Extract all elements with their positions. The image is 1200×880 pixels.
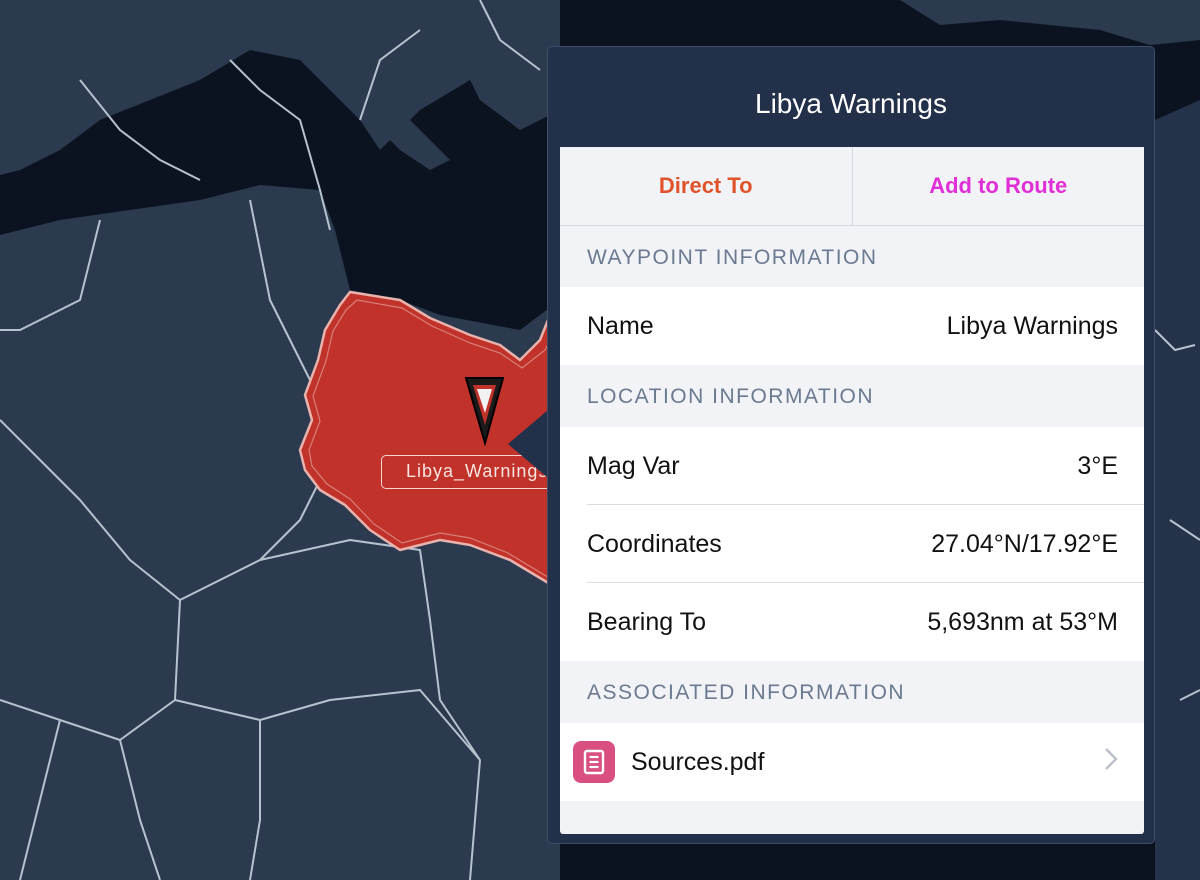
document-icon [573,741,615,783]
land-balkans [450,0,560,130]
land-turkey [900,0,1200,45]
info-row-label: Mag Var [587,451,680,480]
popover-arrow [508,410,548,478]
section-header-location: LOCATION INFORMATION [587,385,875,408]
popover-content: Direct To Add to Route WAYPOINT INFORMAT… [560,147,1144,834]
action-bar: Direct To Add to Route [560,147,1144,226]
info-row-value: 5,693nm at 53°M [927,607,1118,636]
info-row-bearing: Bearing To 5,693nm at 53°M [560,583,1144,661]
info-row-value: Libya Warnings [946,311,1118,340]
popover-title: Libya Warnings [755,88,947,119]
info-row-name: Name Libya Warnings [560,287,1144,365]
waypoint-popover: Libya Warnings Direct To Add to Route WA… [547,46,1155,844]
section-header-waypoint: WAYPOINT INFORMATION [587,246,878,269]
info-row-mag-var: Mag Var 3°E [560,427,1144,505]
document-name: Sources.pdf [631,747,765,776]
document-row-content: Sources.pdf [573,741,764,783]
info-row-label: Bearing To [587,607,707,636]
info-row-label: Name [587,311,654,340]
add-to-route-button[interactable]: Add to Route [851,147,1145,225]
section-header-associated: ASSOCIATED INFORMATION [587,681,906,704]
info-row-value: 3°E [1077,451,1118,480]
info-row-label: Coordinates [587,529,722,558]
direct-to-button[interactable]: Direct To [560,147,852,225]
info-row-value: 27.04°N/17.92°E [931,529,1118,558]
info-row-coordinates: Coordinates 27.04°N/17.92°E [560,505,1144,583]
document-row-sources[interactable]: Sources.pdf [560,723,1144,801]
land-east [1155,100,1200,880]
chevron-right-icon [1104,747,1118,777]
